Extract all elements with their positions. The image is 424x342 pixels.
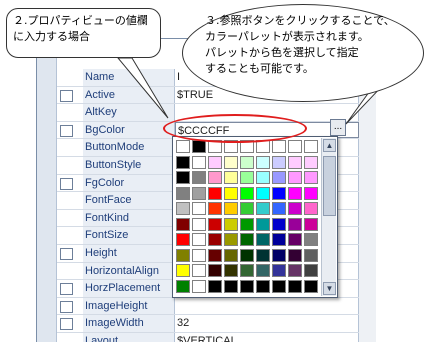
callout-value-input-text: ２.プロパティビューの値欄に入力する場合 (13, 14, 148, 43)
callout-value-input: ２.プロパティビューの値欄に入力する場合 (6, 8, 161, 58)
callout-palette-line: パレットから色を選択して指定 (205, 46, 359, 59)
callout-palette-line: カラーパレットが表示されます。 (205, 30, 369, 43)
screenshot-stage: Name I Active $TRUE AltKey BgColor $CCCCFF Butt… (0, 0, 424, 342)
callout-1-pointer (116, 57, 169, 119)
callout-palette-info: ３.参照ボタンをクリックすることで、 カラーパレットが表示されます。 パレットか… (182, 4, 424, 102)
callout-palette-line: することも可能です。 (205, 62, 314, 75)
callout-palette-line: ３.参照ボタンをクリックすることで、 (205, 14, 395, 27)
